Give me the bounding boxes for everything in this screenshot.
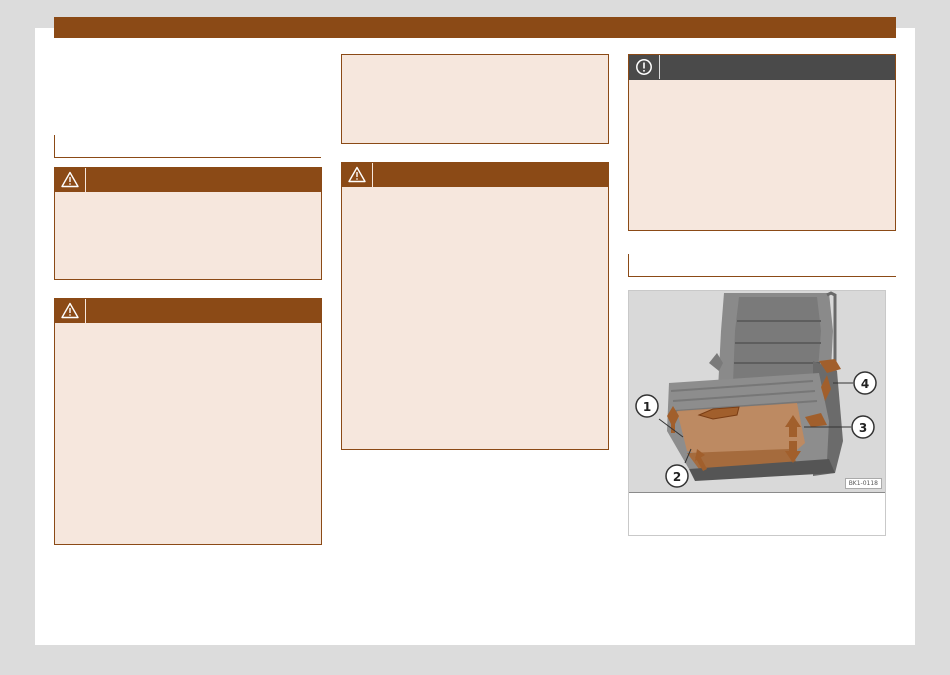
warning-header bbox=[342, 163, 608, 187]
callout-4-label: 4 bbox=[861, 377, 869, 391]
warning-box-3 bbox=[341, 162, 609, 450]
warning-triangle-icon bbox=[55, 168, 86, 192]
seat-adjustment-figure: 1 2 3 4 BK1-0118 bbox=[628, 290, 886, 536]
exclamation-circle-icon bbox=[629, 55, 660, 79]
warning-header bbox=[55, 168, 321, 192]
warning-triangle-icon bbox=[55, 299, 86, 323]
note-header bbox=[629, 55, 895, 80]
note-box bbox=[628, 54, 896, 231]
callout-2-label: 2 bbox=[673, 470, 681, 484]
info-box bbox=[341, 54, 609, 144]
callout-1-label: 1 bbox=[643, 400, 651, 414]
warning-box-2 bbox=[54, 298, 322, 545]
page-header-bar bbox=[54, 17, 896, 38]
seat-illustration: 1 2 3 4 BK1-0118 bbox=[629, 291, 885, 493]
section-heading-rule-left bbox=[54, 135, 321, 158]
callout-3-label: 3 bbox=[859, 421, 867, 435]
figure-code: BK1-0118 bbox=[844, 478, 882, 489]
warning-box-1 bbox=[54, 167, 322, 280]
warning-triangle-icon bbox=[342, 163, 373, 187]
section-heading-rule-right bbox=[628, 254, 896, 277]
warning-header bbox=[55, 299, 321, 323]
